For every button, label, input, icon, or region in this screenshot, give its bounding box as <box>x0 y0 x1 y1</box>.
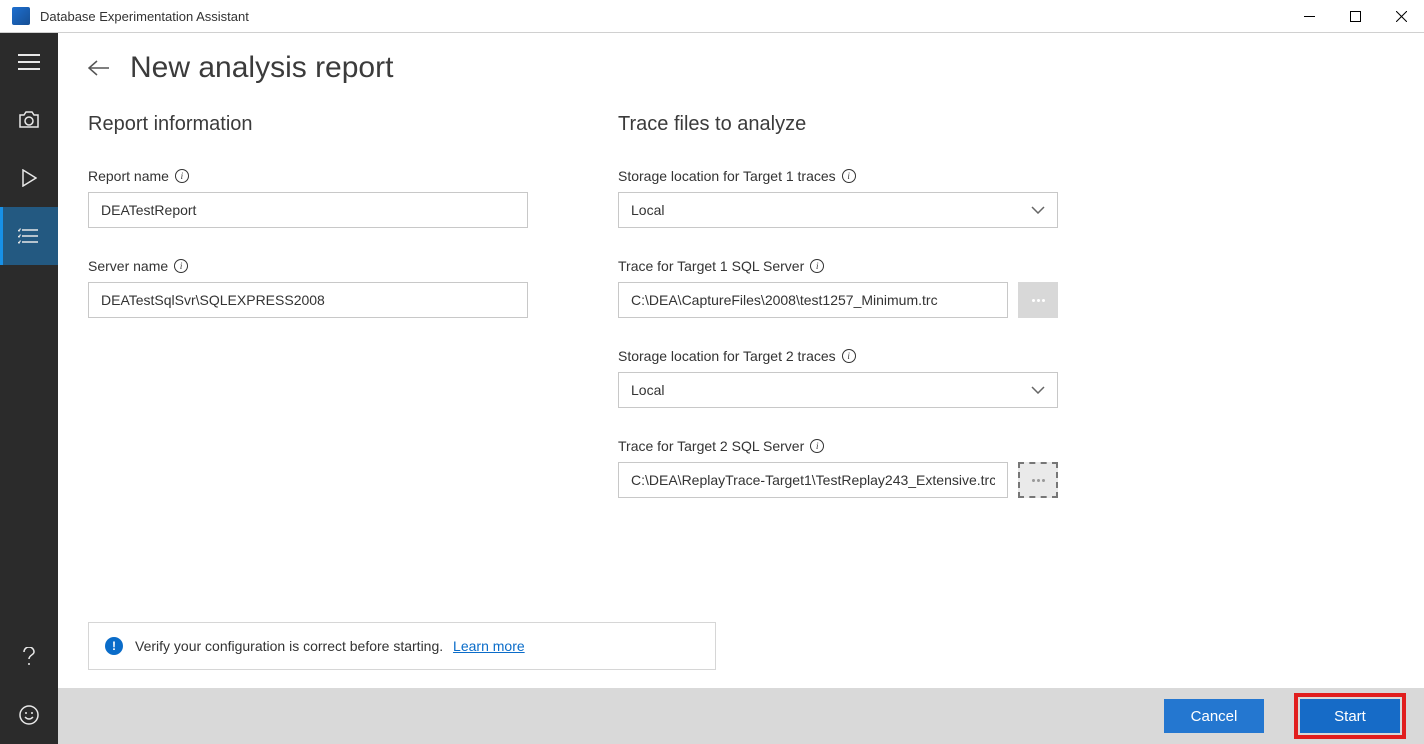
info-icon[interactable]: i <box>174 259 188 273</box>
storage-t2-select[interactable]: Local <box>618 372 1058 408</box>
sidebar-item-reports[interactable] <box>0 207 58 265</box>
page-header: New analysis report <box>88 51 1394 85</box>
storage-t1-value: Local <box>631 202 664 218</box>
browse-trace-t2-button[interactable] <box>1018 462 1058 498</box>
server-name-label: Server name <box>88 258 168 274</box>
window-controls <box>1286 0 1424 33</box>
verify-banner: ! Verify your configuration is correct b… <box>88 622 716 670</box>
footer-bar: Cancel Start <box>58 688 1424 744</box>
app-icon <box>12 7 30 25</box>
ellipsis-icon <box>1032 479 1045 482</box>
report-info-heading: Report information <box>88 113 528 136</box>
info-badge-icon: ! <box>105 637 123 655</box>
trace-t2-label: Trace for Target 2 SQL Server <box>618 438 804 454</box>
trace-files-column: Trace files to analyze Storage location … <box>618 113 1058 528</box>
start-button-highlight: Start <box>1294 693 1406 739</box>
trace-t1-label: Trace for Target 1 SQL Server <box>618 258 804 274</box>
storage-t1-label: Storage location for Target 1 traces <box>618 168 836 184</box>
start-button[interactable]: Start <box>1300 699 1400 733</box>
learn-more-link[interactable]: Learn more <box>453 638 525 654</box>
sidebar-item-replay[interactable] <box>0 149 58 207</box>
report-name-input[interactable] <box>88 192 528 228</box>
info-icon[interactable]: i <box>175 169 189 183</box>
sidebar-item-feedback[interactable] <box>0 686 58 744</box>
form-columns: Report information Report name i Server … <box>88 113 1394 528</box>
field-storage-t2: Storage location for Target 2 traces i L… <box>618 348 1058 408</box>
sidebar <box>0 33 58 744</box>
sidebar-item-help[interactable] <box>0 628 58 686</box>
storage-t2-label: Storage location for Target 2 traces <box>618 348 836 364</box>
sidebar-hamburger[interactable] <box>0 33 58 91</box>
info-icon[interactable]: i <box>842 169 856 183</box>
ellipsis-icon <box>1032 299 1045 302</box>
chevron-down-icon <box>1031 386 1045 394</box>
storage-t1-select[interactable]: Local <box>618 192 1058 228</box>
minimize-button[interactable] <box>1286 0 1332 33</box>
cancel-button[interactable]: Cancel <box>1164 699 1264 733</box>
back-button[interactable] <box>88 57 110 79</box>
info-icon[interactable]: i <box>810 259 824 273</box>
titlebar: Database Experimentation Assistant <box>0 0 1424 33</box>
sidebar-item-capture[interactable] <box>0 91 58 149</box>
report-info-column: Report information Report name i Server … <box>88 113 528 528</box>
main: New analysis report Report information R… <box>0 33 1424 744</box>
content: New analysis report Report information R… <box>58 33 1424 744</box>
app-title: Database Experimentation Assistant <box>40 9 249 24</box>
close-button[interactable] <box>1378 0 1424 33</box>
server-name-input[interactable] <box>88 282 528 318</box>
info-icon[interactable]: i <box>842 349 856 363</box>
verify-text: Verify your configuration is correct bef… <box>135 638 443 654</box>
browse-trace-t1-button[interactable] <box>1018 282 1058 318</box>
report-name-label: Report name <box>88 168 169 184</box>
field-trace-t1: Trace for Target 1 SQL Server i <box>618 258 1058 318</box>
field-storage-t1: Storage location for Target 1 traces i L… <box>618 168 1058 228</box>
trace-t2-input[interactable] <box>618 462 1008 498</box>
storage-t2-value: Local <box>631 382 664 398</box>
trace-t1-input[interactable] <box>618 282 1008 318</box>
maximize-button[interactable] <box>1332 0 1378 33</box>
field-report-name: Report name i <box>88 168 528 228</box>
trace-files-heading: Trace files to analyze <box>618 113 1058 136</box>
field-trace-t2: Trace for Target 2 SQL Server i <box>618 438 1058 498</box>
page-title: New analysis report <box>130 51 393 85</box>
info-icon[interactable]: i <box>810 439 824 453</box>
field-server-name: Server name i <box>88 258 528 318</box>
page: New analysis report Report information R… <box>58 33 1424 688</box>
chevron-down-icon <box>1031 206 1045 214</box>
